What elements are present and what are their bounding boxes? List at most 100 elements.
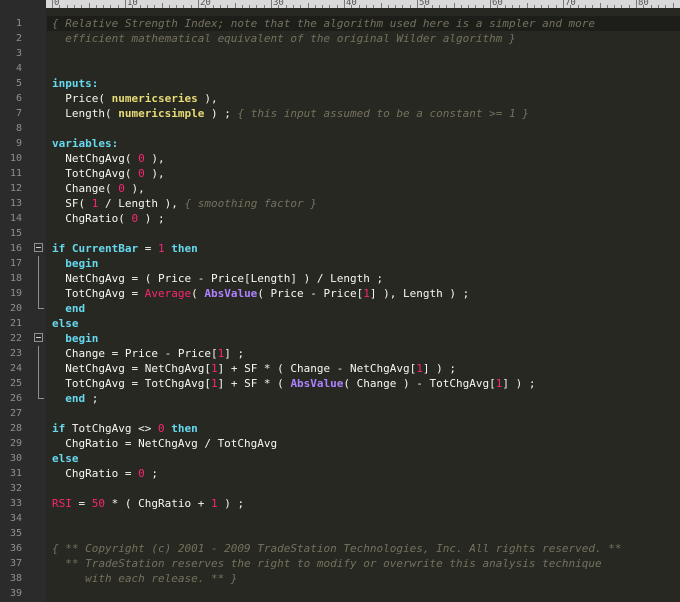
- ruler-tick: [453, 3, 455, 8]
- code-line[interactable]: 29 ChgRatio = NetChgAvg / TotChgAvg: [0, 436, 680, 451]
- fold-guide: [38, 346, 39, 361]
- code-line[interactable]: 2 efficient mathematical equivalent of t…: [0, 31, 680, 46]
- code-line[interactable]: 27: [0, 406, 680, 421]
- ruler-tick: [198, 0, 199, 8]
- code-text: if TotChgAvg <> 0 then: [52, 421, 198, 436]
- code-line[interactable]: 30 else: [0, 451, 680, 466]
- code-line[interactable]: 4: [0, 61, 680, 76]
- code-line[interactable]: 3: [0, 46, 680, 61]
- code-token: ( Change ) - TotChgAvg[: [343, 377, 496, 390]
- ruler-tick: [365, 5, 367, 8]
- line-number: 29: [9, 438, 22, 449]
- code-line[interactable]: 37 ** TradeStation reserves the right to…: [0, 556, 680, 571]
- line-number: 8: [15, 123, 22, 134]
- line-number: 15: [9, 228, 22, 239]
- code-token: ] ) ;: [422, 362, 457, 375]
- line-number: 23: [9, 348, 22, 359]
- ruler-tick: [555, 5, 557, 8]
- code-line[interactable]: 32: [0, 481, 680, 496]
- code-line[interactable]: 20 end: [0, 301, 680, 316]
- ruler-label: 60: [492, 0, 503, 8]
- code-line[interactable]: 16 if CurrentBar = 1 then: [0, 241, 680, 256]
- code-line[interactable]: 22 begin: [0, 331, 680, 346]
- code-line[interactable]: 24 NetChgAvg = NetChgAvg[1] + SF * ( Cha…: [0, 361, 680, 376]
- code-line[interactable]: 25 TotChgAvg = TotChgAvg[1] + SF * ( Abs…: [0, 376, 680, 391]
- ruler-tick: [446, 5, 448, 8]
- code-line[interactable]: 34: [0, 511, 680, 526]
- code-token: AbsValue: [290, 377, 344, 390]
- fold-guide: [38, 271, 39, 286]
- code-line[interactable]: 33 RSI = 50 * ( ChgRatio + 1 ) ;: [0, 496, 680, 511]
- code-line[interactable]: 38 with each release. ** }: [0, 571, 680, 586]
- line-number: 4: [15, 63, 22, 74]
- line-number: 36: [9, 543, 22, 554]
- code-token: Average: [144, 287, 192, 300]
- code-token: / Length ),: [98, 197, 185, 210]
- code-text: ChgRatio( 0 ) ;: [52, 211, 164, 226]
- code-text: begin: [52, 256, 98, 271]
- ruler-tick: [154, 5, 156, 8]
- code-line[interactable]: 7 Length( numericsimple ) ; { this input…: [0, 106, 680, 121]
- code-line[interactable]: 14 ChgRatio( 0 ) ;: [0, 211, 680, 226]
- line-number: 16: [9, 243, 22, 254]
- ruler-tick: [117, 5, 119, 8]
- code-text: with each release. ** }: [52, 571, 237, 586]
- line-number: 18: [9, 273, 22, 284]
- code-line[interactable]: 13 SF( 1 / Length ), { smoothing factor …: [0, 196, 680, 211]
- ruler-tick: [563, 0, 564, 8]
- ruler-tick: [249, 5, 251, 8]
- code-line[interactable]: 15: [0, 226, 680, 241]
- code-token: 0: [138, 467, 145, 480]
- code-token: inputs:: [52, 77, 99, 90]
- code-token: ChgRatio = NetChgAvg / TotChgAvg: [52, 437, 278, 450]
- code-line[interactable]: 19 TotChgAvg = Average( AbsValue( Price …: [0, 286, 680, 301]
- ruler-tick: [227, 5, 229, 8]
- code-token: TotChgAvg(: [52, 167, 139, 180]
- ruler-tick: [621, 5, 623, 8]
- ruler-tick: [541, 5, 543, 8]
- code-line[interactable]: 23 Change = Price - Price[1] ;: [0, 346, 680, 361]
- code-line[interactable]: 10 NetChgAvg( 0 ),: [0, 151, 680, 166]
- code-line[interactable]: 26 end ;: [0, 391, 680, 406]
- ruler-tick: [183, 5, 185, 8]
- ruler-tick: [95, 5, 97, 8]
- code-token: ;: [144, 467, 158, 480]
- line-number: 11: [9, 168, 22, 179]
- code-token: ),: [124, 182, 145, 195]
- code-token: ) ;: [204, 107, 238, 120]
- code-line[interactable]: 12 Change( 0 ),: [0, 181, 680, 196]
- code-lines[interactable]: 1 { Relative Strength Index; note that th…: [0, 16, 680, 601]
- ruler-tick: [402, 5, 404, 8]
- code-line[interactable]: 6 Price( numericseries ),: [0, 91, 680, 106]
- ruler-tick: [606, 5, 608, 8]
- code-text: ChgRatio = NetChgAvg / TotChgAvg: [52, 436, 277, 451]
- ruler-label: 10: [127, 0, 138, 8]
- ruler-tick: [358, 5, 360, 8]
- fold-collapse-icon[interactable]: [34, 333, 43, 342]
- code-token: TotChgAvg = TotChgAvg[: [52, 377, 211, 390]
- code-editor[interactable]: 010203040506070809 1{ Relative Strength …: [0, 0, 680, 602]
- code-line[interactable]: 17 begin: [0, 256, 680, 271]
- code-line[interactable]: 1 { Relative Strength Index; note that th…: [0, 16, 680, 31]
- code-token: 0: [138, 152, 145, 165]
- code-token: { ** Copyright (c) 2001 - 2009 TradeStat…: [52, 542, 622, 555]
- code-line[interactable]: 9 variables:: [0, 136, 680, 151]
- code-line[interactable]: 36 { ** Copyright (c) 2001 - 2009 TradeSt…: [0, 541, 680, 556]
- code-line[interactable]: 28 if TotChgAvg <> 0 then: [0, 421, 680, 436]
- code-token: ),: [144, 167, 165, 180]
- line-number: 20: [9, 303, 22, 314]
- ruler-tick: [52, 0, 53, 8]
- code-line[interactable]: 11 TotChgAvg( 0 ),: [0, 166, 680, 181]
- code-line[interactable]: 39: [0, 586, 680, 601]
- code-token: 1: [210, 362, 218, 375]
- code-line[interactable]: 8: [0, 121, 680, 136]
- code-line[interactable]: 18 NetChgAvg = ( Price - Price[Length] )…: [0, 271, 680, 286]
- ruler-tick: [373, 5, 375, 8]
- code-line[interactable]: 31 ChgRatio = 0 ;: [0, 466, 680, 481]
- ruler-tick: [256, 5, 258, 8]
- code-line[interactable]: 21 else: [0, 316, 680, 331]
- code-line[interactable]: 5 inputs:: [0, 76, 680, 91]
- fold-collapse-icon[interactable]: [34, 243, 43, 252]
- column-ruler: 010203040506070809: [46, 0, 680, 8]
- code-line[interactable]: 35: [0, 526, 680, 541]
